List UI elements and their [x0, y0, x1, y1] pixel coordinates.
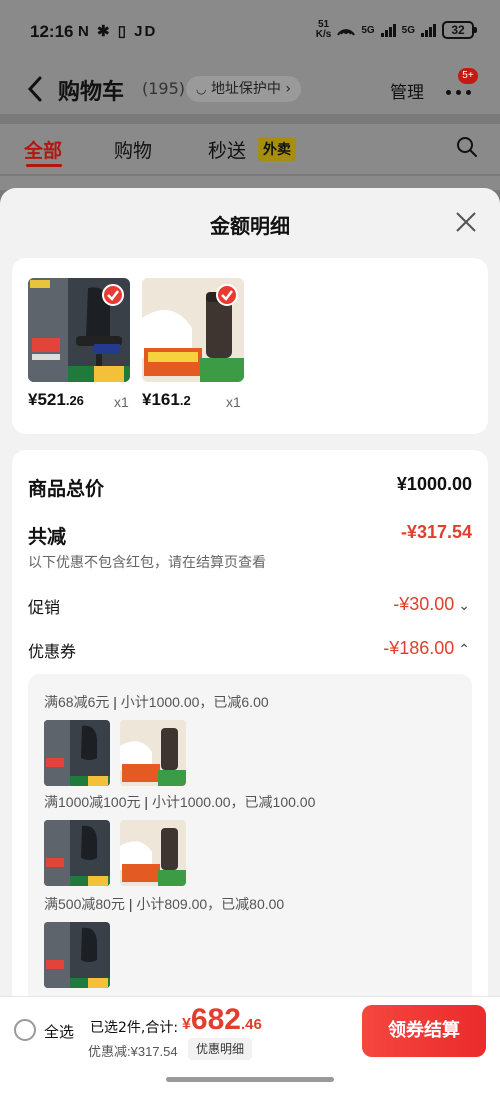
status-right-group: 51 K/s 5G 5G 32	[315, 19, 477, 40]
coupon-breakdown: 满68减6元 | 小计1000.00，已减6.00 满1000减100元 | 小…	[28, 674, 472, 998]
coupon-label: 优惠券	[28, 642, 77, 661]
coupon-row[interactable]: 优惠券 -¥186.00 ⌃	[28, 638, 472, 666]
product-item-chair[interactable]: ¥521.26 x1	[28, 278, 130, 414]
product-price: ¥521.26	[28, 390, 84, 409]
total-reduce-row: 共减 -¥317.54	[28, 522, 472, 550]
goods-total-value: ¥1000.00	[396, 474, 472, 494]
coupon-product-thermos	[120, 720, 186, 786]
status-time: 12:16	[30, 22, 74, 41]
sig1-label: 5G	[361, 24, 375, 36]
manage-button[interactable]: 管理	[390, 78, 424, 103]
address-protect-pill[interactable]: ◡ 地址保护中 ›	[186, 76, 301, 102]
coupon-line: 满68减6元 | 小计1000.00，已减6.00	[44, 694, 269, 710]
price-detail-card: 商品总价 ¥1000.00 共减 -¥317.54 以下优惠不包含红包，请在结算…	[12, 450, 488, 998]
product-image-thermos	[142, 278, 244, 382]
coupon-product-chair	[44, 820, 110, 886]
page-title: 购物车	[58, 80, 125, 105]
checkout-bar: 全选 已选2件,合计: ¥682.46 优惠减:¥317.54 优惠明细 领券结…	[0, 996, 500, 1094]
tab-instant[interactable]: 秒送	[208, 136, 246, 163]
promo-row[interactable]: 促销 -¥30.00 ⌄	[28, 594, 472, 622]
chevron-up-icon: ⌃	[458, 641, 470, 657]
goods-total-label: 商品总价	[28, 478, 105, 500]
back-arrow-icon[interactable]	[22, 72, 52, 106]
select-all-label[interactable]: 全选	[44, 1021, 74, 1042]
coupon-product-chair	[44, 922, 110, 988]
status-bar: 12:16 N ✱ ▯ JD 51 K/s 5G 5G 32	[0, 0, 500, 64]
waimai-badge: 外卖	[258, 137, 296, 161]
hotspot-icon	[337, 29, 356, 36]
smile-icon: ◡	[196, 82, 207, 96]
tab-all[interactable]: 全部	[24, 136, 62, 163]
promo-value: -¥30.00 ⌄	[393, 594, 470, 614]
home-indicator[interactable]	[166, 1077, 334, 1082]
product-image-chair	[28, 278, 130, 382]
product-price: ¥161.2	[142, 390, 191, 409]
selected-check-icon	[102, 284, 124, 306]
product-qty: x1	[114, 394, 129, 410]
coupon-line: 满1000减100元 | 小计1000.00，已减100.00	[44, 794, 316, 810]
coupon-value: -¥186.00 ⌃	[383, 638, 470, 658]
coupon-product-chair	[44, 720, 110, 786]
checkout-button[interactable]: 领券结算	[362, 1005, 486, 1057]
network-speed: 51 K/s	[315, 19, 332, 40]
discount-amount: 优惠减:¥317.54	[88, 1044, 178, 1059]
chevron-down-icon: ⌄	[458, 597, 470, 613]
goods-total-row: 商品总价 ¥1000.00	[28, 474, 472, 502]
tab-underline	[26, 164, 62, 167]
selected-check-icon	[216, 284, 238, 306]
cart-header: 购物车 (195) ◡ 地址保护中 › 管理	[0, 64, 500, 114]
sheet-title: 金额明细	[210, 214, 290, 238]
search-icon[interactable]	[456, 136, 478, 158]
sig2-label: 5G	[401, 24, 415, 36]
signal-icon-2	[421, 23, 436, 37]
coupon-product-thermos	[120, 820, 186, 886]
promo-label: 促销	[28, 598, 61, 617]
reduce-note: 以下优惠不包含红包，请在结算页查看	[28, 555, 266, 571]
selected-products-card: ¥521.26 x1 ¥161.2 x1	[12, 258, 488, 434]
signal-icon	[380, 23, 396, 37]
close-icon[interactable]	[454, 210, 478, 234]
cart-count: (195)	[142, 79, 186, 98]
product-qty: x1	[226, 394, 241, 410]
cart-tabs: 全部 购物 秒送 外卖	[0, 124, 500, 174]
status-notification-icons: N ✱ ▯ JD	[78, 23, 158, 40]
total-reduce-label: 共减	[28, 526, 67, 548]
amount-detail-sheet: 金额明细 ¥521.26 x1 ¥161.2 x1 商品总价 ¥1000.00 …	[0, 188, 500, 998]
discount-detail-chip[interactable]: 优惠明细	[188, 1038, 253, 1060]
total-price: ¥682.46	[182, 1003, 262, 1036]
selected-summary: 已选2件,合计:	[90, 1020, 179, 1036]
tab-shopping[interactable]: 购物	[114, 136, 152, 163]
select-all-radio[interactable]	[14, 1019, 36, 1041]
battery-icon: 32	[442, 21, 477, 39]
message-badge: 5+	[458, 68, 478, 84]
total-reduce-value: -¥317.54	[400, 522, 472, 542]
product-item-thermos[interactable]: ¥161.2 x1	[142, 278, 244, 414]
coupon-line: 满500减80元 | 小计809.00，已减80.00	[44, 896, 285, 912]
